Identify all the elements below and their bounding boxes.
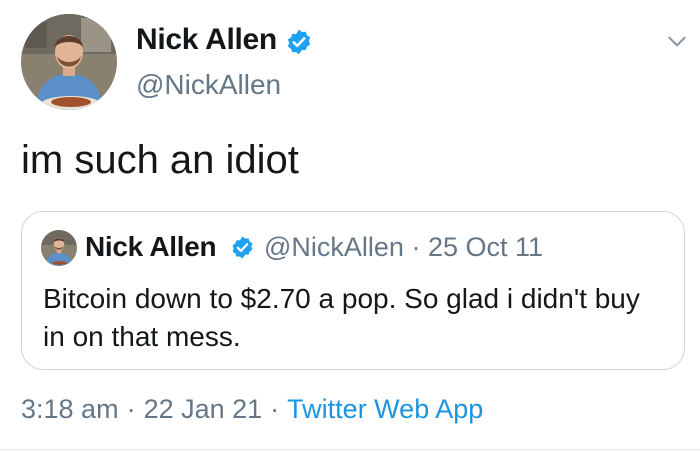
author-name[interactable]: Nick Allen [136, 22, 277, 58]
quoted-meta: @NickAllen · 25 Oct 11 [264, 230, 543, 264]
author-handle[interactable]: @NickAllen [136, 68, 281, 102]
quoted-date: 25 Oct 11 [427, 232, 544, 262]
tweet-source-link[interactable]: Twitter Web App [287, 394, 483, 424]
footer-separator: · [270, 394, 280, 424]
tweet-time[interactable]: 3:18 am [21, 394, 119, 424]
quoted-author-avatar [41, 230, 77, 266]
quoted-separator: · [411, 232, 421, 262]
quoted-tweet[interactable]: Nick Allen @NickAllen · 25 Oct 11 Bitcoi… [21, 211, 685, 370]
quoted-author-name: Nick Allen [85, 231, 217, 262]
divider [0, 449, 700, 450]
tweet-card: Nick Allen @NickAllen im such an idiot N… [0, 0, 700, 452]
verified-badge-icon [287, 29, 311, 55]
footer-separator: · [126, 394, 136, 424]
tweet-footer: 3:18 am · 22 Jan 21 · Twitter Web App [21, 392, 483, 426]
quoted-author-handle: @NickAllen [264, 232, 404, 262]
chevron-down-icon[interactable] [664, 28, 690, 54]
tweet-date[interactable]: 22 Jan 21 [144, 394, 263, 424]
tweet-text: im such an idiot [21, 138, 299, 182]
author-avatar[interactable] [21, 14, 117, 110]
quoted-tweet-text: Bitcoin down to $2.70 a pop. So glad i d… [43, 283, 640, 352]
verified-badge-icon [232, 236, 253, 259]
